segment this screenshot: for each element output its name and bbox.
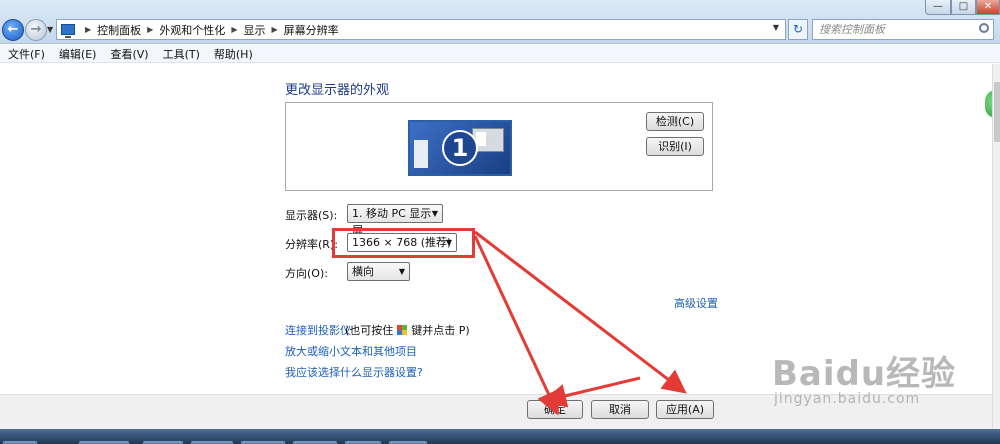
windows-logo-icon [397,325,408,335]
enlarge-text-link[interactable]: 放大或缩小文本和其他项目 [285,343,417,359]
control-panel-icon [61,24,75,38]
taskbar [0,429,1000,444]
menu-item-file[interactable]: 文件(F) [8,46,45,62]
search-icon [979,23,989,33]
arrow-right-icon: → [30,22,42,37]
chevron-down-icon: ▼ [431,209,438,218]
taskbar-button[interactable] [2,440,38,444]
ok-button[interactable]: 确定 [527,400,583,419]
chevron-down-icon: ▼ [398,267,405,276]
breadcrumb: ▶ 控制面板 ▶ 外观和个性化 ▶ 显示 ▶ 屏幕分辨率 [79,22,339,38]
resolution-label: 分辨率(R): [285,238,338,251]
refresh-button[interactable]: ↻ [788,19,808,40]
baidu-watermark: Baidu经验 jingyan.baidu.com [772,346,956,407]
search-placeholder: 搜索控制面板 [819,23,885,36]
main-content: 更改显示器的外观 1 检测(C) 识别(I) 显示器(S): 1. 移动 PC … [0,64,992,394]
taskbar-button[interactable] [190,440,234,444]
chevron-down-icon[interactable]: ▼ [773,23,779,32]
identify-button[interactable]: 识别(I) [646,137,704,156]
menu-item-edit[interactable]: 编辑(E) [59,46,97,62]
detect-button[interactable]: 检测(C) [646,112,704,131]
orientation-select-value: 横向 [352,265,374,278]
menu-bar: 文件(F) 编辑(E) 查看(V) 工具(T) 帮助(H) [0,45,1000,63]
apply-button[interactable]: 应用(A) [656,400,714,419]
monitor-detail [414,140,428,168]
monitor-preview: 1 检测(C) 识别(I) [285,102,713,191]
breadcrumb-item-appearance[interactable]: 外观和个性化 [159,22,225,38]
breadcrumb-item-screen-resolution[interactable]: 屏幕分辨率 [284,22,339,38]
forward-button[interactable]: → [25,19,47,41]
menu-item-tools[interactable]: 工具(T) [163,46,200,62]
page-title: 更改显示器的外观 [285,83,390,98]
monitor-icon[interactable]: 1 [408,120,512,176]
taskbar-button[interactable] [78,440,130,444]
annotation-highlight-box [332,228,475,258]
projector-hint-a: (也可按住 [345,324,394,337]
advanced-settings-link[interactable]: 高级设置 [674,295,718,311]
connect-projector-link[interactable]: 连接到投影仪 [285,322,351,338]
minimize-button[interactable]: — [925,0,951,15]
projector-hint-b: 键并点击 P) [411,324,470,337]
refresh-icon: ↻ [792,22,804,36]
taskbar-button[interactable] [142,440,184,444]
taskbar-button[interactable] [292,440,338,444]
orientation-label: 方向(O): [285,267,328,280]
taskbar-button[interactable] [388,440,428,444]
scrollbar-thumb[interactable] [994,82,1000,142]
menu-item-view[interactable]: 查看(V) [110,46,148,62]
cancel-button[interactable]: 取消 [591,400,649,419]
arrow-left-icon: ← [7,22,19,37]
chevron-right-icon[interactable]: ▶ [147,25,153,34]
menu-item-help[interactable]: 帮助(H) [214,46,253,62]
breadcrumb-item-display[interactable]: 显示 [243,22,265,38]
back-button[interactable]: ← [2,19,24,41]
vertical-scrollbar[interactable] [992,64,1000,429]
chevron-right-icon: ▶ [85,25,92,34]
close-button[interactable]: ✕ [976,0,1000,15]
display-label: 显示器(S): [285,209,338,222]
which-settings-link[interactable]: 我应该选择什么显示器设置? [285,364,423,380]
monitor-number: 1 [442,130,478,166]
projector-hint: (也可按住 键并点击 P) [345,322,470,338]
search-input[interactable]: 搜索控制面板 [812,19,994,40]
orientation-select[interactable]: 横向 ▼ [347,262,410,281]
taskbar-button[interactable] [344,440,382,444]
chevron-right-icon[interactable]: ▶ [271,25,277,34]
breadcrumb-item-control-panel[interactable]: 控制面板 [97,22,141,38]
display-select[interactable]: 1. 移动 PC 显示屏 ▼ [347,204,443,237]
chevron-right-icon[interactable]: ▶ [231,25,237,34]
maximize-button[interactable]: □ [951,0,976,15]
title-bar: — □ ✕ ← → ▼ ▶ 控制面板 ▶ 外观和个性化 ▶ 显示 ▶ 屏幕分辨率… [0,0,1000,44]
taskbar-button[interactable] [240,440,286,444]
address-bar[interactable]: ▶ 控制面板 ▶ 外观和个性化 ▶ 显示 ▶ 屏幕分辨率 ▼ [56,19,786,40]
recent-pages-dropdown[interactable]: ▼ [47,25,53,34]
watermark-main: Baidu经验 [772,354,957,394]
